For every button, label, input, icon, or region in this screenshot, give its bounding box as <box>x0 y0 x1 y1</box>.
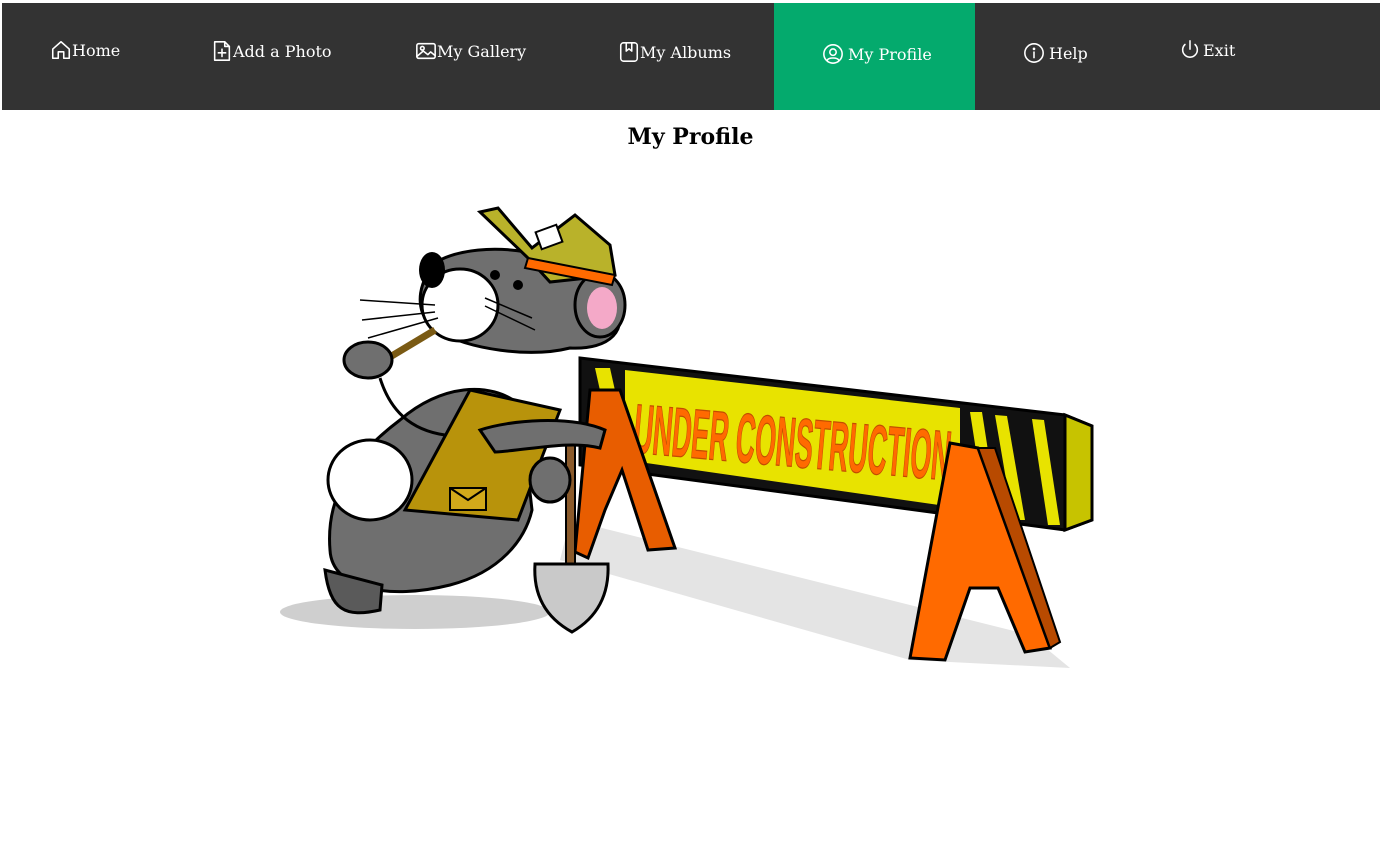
nav-label-home: Home <box>72 40 121 60</box>
nav-item-help[interactable]: Help <box>975 3 1125 110</box>
nav-item-home[interactable]: Home <box>2 3 167 110</box>
home-icon <box>51 40 71 60</box>
add-photo-icon <box>213 41 231 61</box>
nav-item-my-albums[interactable]: My Albums <box>570 3 774 110</box>
nav-label-my-gallery: My Gallery <box>437 41 527 61</box>
nav-label-help: Help <box>1049 43 1088 63</box>
nav-item-exit[interactable]: Exit <box>1125 3 1275 110</box>
image-icon <box>416 42 436 60</box>
nav-item-my-profile[interactable]: My Profile <box>774 3 975 110</box>
info-icon <box>1024 43 1044 63</box>
nav-label-my-albums: My Albums <box>640 42 732 62</box>
nav-label-my-profile: My Profile <box>848 44 932 64</box>
top-navbar: Home Add a Photo My Gallery My Albums My… <box>2 3 1380 110</box>
power-icon <box>1181 40 1199 58</box>
nav-label-exit: Exit <box>1203 40 1236 60</box>
user-circle-icon <box>823 44 843 64</box>
nav-item-my-gallery[interactable]: My Gallery <box>367 3 570 110</box>
nav-item-add-photo[interactable]: Add a Photo <box>167 3 367 110</box>
bookmark-icon <box>619 42 639 62</box>
nav-label-add-photo: Add a Photo <box>233 41 332 61</box>
page-title: My Profile <box>627 124 754 150</box>
under-construction-illustration: UNDER CONSTRUCTION <box>280 206 1094 668</box>
